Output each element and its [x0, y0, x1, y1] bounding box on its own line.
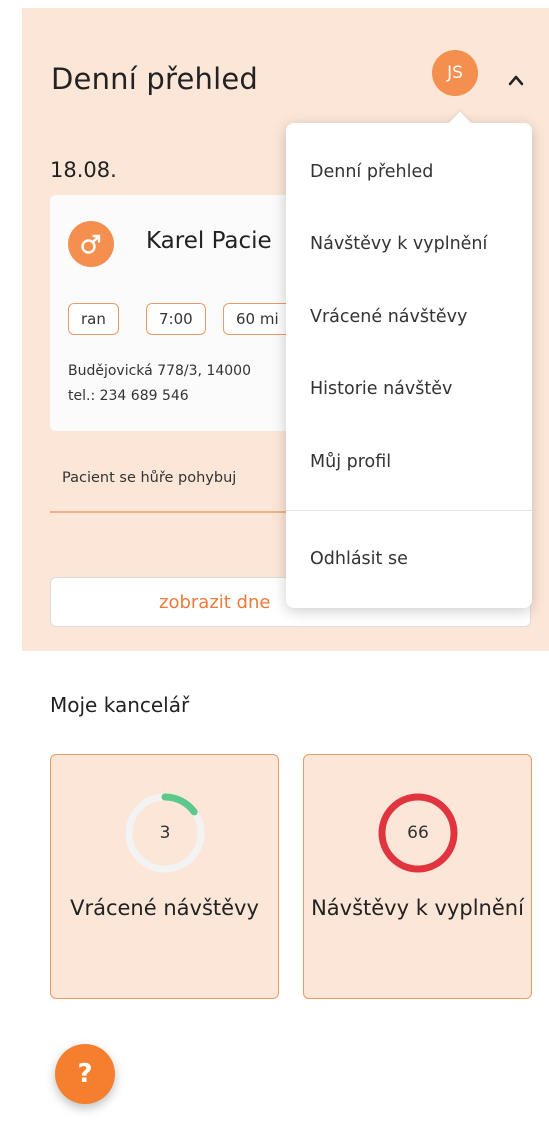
returned-visits-count: 3: [159, 823, 171, 843]
patient-phone: tel.: 234 689 546: [68, 388, 189, 404]
menu-item-daily-overview[interactable]: Denní přehled: [310, 162, 433, 182]
menu-item-visits-to-fill[interactable]: Návštěvy k vyplnění: [310, 234, 487, 254]
visits-to-fill-label: Návštěvy k vyplnění: [311, 896, 524, 920]
menu-item-visit-history[interactable]: Historie návštěv: [310, 379, 452, 399]
visit-tag-shift: ran: [68, 303, 119, 335]
divider: [50, 511, 310, 513]
chevron-up-icon[interactable]: [508, 74, 524, 86]
patient-address: Budějovická 778/3, 14000: [68, 363, 251, 379]
menu-divider: [286, 510, 532, 511]
menu-item-my-profile[interactable]: Můj profil: [310, 452, 391, 472]
patient-note: Pacient se hůře pohybuj: [62, 470, 237, 486]
male-icon: [68, 221, 114, 267]
menu-item-logout[interactable]: Odhlásit se: [310, 549, 408, 569]
overview-date: 18.08.: [50, 158, 117, 182]
user-avatar[interactable]: JS: [432, 50, 478, 96]
returned-visits-card[interactable]: 3 Vrácené návštěvy: [50, 754, 279, 999]
visit-card[interactable]: Karel Pacie ran 7:00 60 mi Budějovická 7…: [50, 195, 310, 431]
visit-tag-duration: 60 mi: [223, 303, 292, 335]
page-title: Denní přehled: [51, 62, 259, 96]
returned-visits-label: Vrácené návštěvy: [70, 896, 259, 920]
help-button[interactable]: ?: [55, 1044, 115, 1104]
visits-to-fill-card[interactable]: 66 Návštěvy k vyplnění: [303, 754, 532, 999]
visits-to-fill-count: 66: [407, 823, 429, 843]
user-menu: Denní přehled Návštěvy k vyplnění Vrácen…: [286, 123, 532, 608]
office-section-title: Moje kancelář: [50, 693, 190, 717]
menu-item-returned-visits[interactable]: Vrácené návštěvy: [310, 307, 467, 327]
visit-tag-time: 7:00: [146, 303, 206, 335]
patient-name: Karel Pacie: [146, 228, 272, 254]
